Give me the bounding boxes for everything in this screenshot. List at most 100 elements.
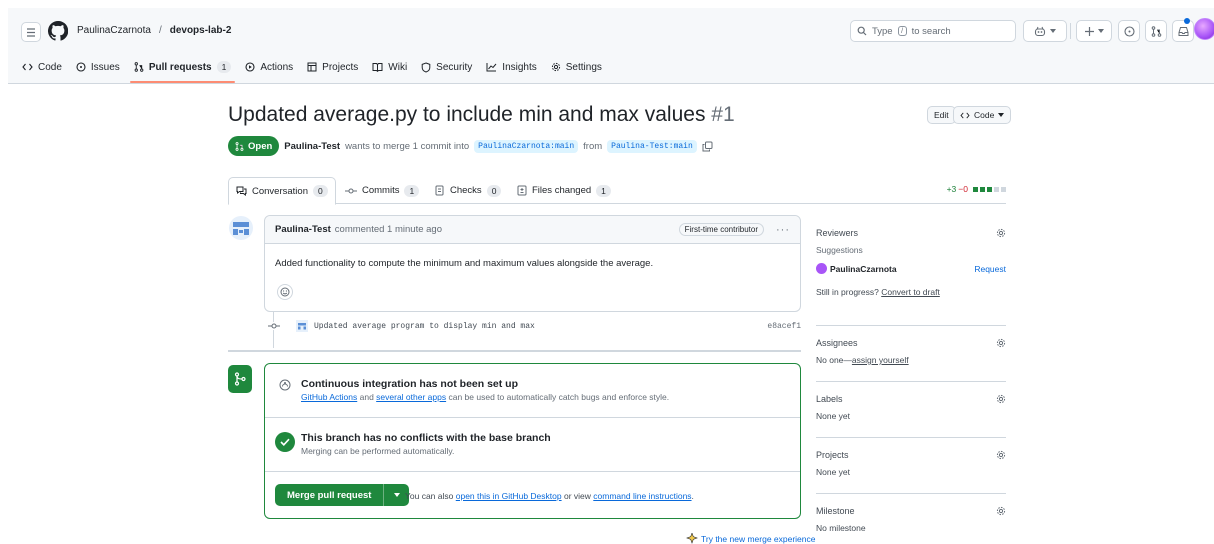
labels-section: Labels None yet bbox=[816, 394, 1006, 421]
commit-sha[interactable]: e8acef1 bbox=[767, 322, 801, 331]
convert-to-draft-link[interactable]: Convert to draft bbox=[881, 287, 940, 297]
tab-label: Projects bbox=[322, 61, 359, 73]
tab-label: Commits bbox=[362, 185, 400, 196]
tab-issues[interactable]: Issues bbox=[76, 53, 120, 81]
tab-label: Security bbox=[436, 61, 473, 73]
plus-icon bbox=[1084, 26, 1094, 36]
tab-conversation[interactable]: Conversation 0 bbox=[228, 177, 336, 205]
user-avatar[interactable] bbox=[1194, 18, 1214, 40]
merge-pull-request-button[interactable]: Merge pull request bbox=[275, 484, 383, 506]
comment-body: Added functionality to compute the minim… bbox=[275, 258, 654, 269]
tab-label: Wiki bbox=[388, 61, 408, 73]
gear-icon[interactable] bbox=[996, 506, 1006, 516]
github-actions-link[interactable]: GitHub Actions bbox=[301, 392, 357, 402]
inbox-button[interactable] bbox=[1172, 20, 1194, 42]
pull-requests-button[interactable] bbox=[1145, 20, 1167, 42]
tab-count: 1 bbox=[216, 61, 232, 73]
conflicts-section: This branch has no conflicts with the ba… bbox=[265, 418, 800, 472]
sidebar-divider bbox=[816, 493, 1006, 494]
comment-author-avatar[interactable] bbox=[229, 216, 253, 240]
ci-and: and bbox=[359, 392, 374, 402]
tab-count: 0 bbox=[486, 184, 502, 197]
suggestions-label: Suggestions bbox=[816, 245, 863, 255]
gear-icon[interactable] bbox=[996, 228, 1006, 238]
sparkle-icon bbox=[686, 533, 698, 544]
other-apps-link[interactable]: several other apps bbox=[376, 392, 446, 402]
try-new-merge-link[interactable]: Try the new merge experience bbox=[686, 533, 816, 544]
git-pull-request-icon bbox=[1151, 25, 1161, 37]
progress-text: Still in progress? bbox=[816, 287, 879, 297]
commit-author-avatar[interactable] bbox=[296, 320, 308, 332]
add-reaction-button[interactable] bbox=[277, 284, 293, 300]
sidebar-divider bbox=[816, 325, 1006, 326]
head-branch[interactable]: Paulina-Test:main bbox=[607, 139, 697, 153]
edit-button[interactable]: Edit bbox=[927, 106, 956, 124]
global-header: PaulinaCzarnota / devops-lab-2 Type / to… bbox=[8, 8, 1214, 84]
pr-meta-text: wants to merge 1 commit into bbox=[345, 140, 470, 152]
menu-button[interactable] bbox=[21, 22, 41, 42]
tab-files-changed[interactable]: Files changed 1 bbox=[517, 177, 611, 204]
comment-action: commented 1 minute ago bbox=[334, 224, 442, 235]
github-desktop-link[interactable]: open this in GitHub Desktop bbox=[456, 491, 562, 501]
base-branch[interactable]: PaulinaCzarnota:main bbox=[474, 139, 579, 153]
pr-author[interactable]: Paulina-Test bbox=[284, 141, 340, 152]
code-dropdown-button[interactable]: Code bbox=[953, 106, 1012, 124]
tab-label: Code bbox=[38, 61, 62, 73]
tab-pull-requests[interactable]: Pull requests 1 bbox=[129, 53, 235, 83]
command-line-link[interactable]: command line instructions bbox=[593, 491, 691, 501]
comment-discussion-icon bbox=[236, 186, 247, 196]
book-icon bbox=[372, 63, 383, 72]
issue-opened-icon bbox=[76, 62, 86, 72]
github-logo-icon[interactable] bbox=[48, 21, 68, 41]
comment-author[interactable]: Paulina-Test bbox=[275, 224, 331, 235]
tab-label: Checks bbox=[450, 185, 482, 196]
tab-code[interactable]: Code bbox=[22, 53, 62, 81]
tab-checks[interactable]: Checks 0 bbox=[435, 177, 502, 204]
copilot-button[interactable] bbox=[1023, 20, 1067, 42]
conflict-subtitle: Merging can be performed automatically. bbox=[301, 446, 455, 456]
tab-label: Pull requests bbox=[148, 61, 212, 73]
pr-description-comment: Paulina-Test commented 1 minute ago Firs… bbox=[264, 215, 801, 312]
reviewers-section: Reviewers Suggestions PaulinaCzarnota Re… bbox=[816, 228, 1006, 297]
tab-insights[interactable]: Insights bbox=[486, 53, 537, 81]
play-icon bbox=[245, 62, 255, 72]
tab-commits[interactable]: Commits 1 bbox=[345, 177, 420, 204]
chevron-down-icon bbox=[393, 493, 400, 497]
tab-settings[interactable]: Settings bbox=[551, 53, 602, 81]
commit-item: Updated average program to display min a… bbox=[268, 320, 801, 332]
tab-wiki[interactable]: Wiki bbox=[372, 53, 407, 81]
owner-link[interactable]: PaulinaCzarnota bbox=[77, 25, 151, 36]
gear-icon[interactable] bbox=[996, 394, 1006, 404]
repo-link[interactable]: devops-lab-2 bbox=[170, 25, 232, 36]
issues-button[interactable] bbox=[1118, 20, 1140, 42]
tab-actions[interactable]: Actions bbox=[245, 53, 293, 81]
milestone-value: No milestone bbox=[816, 523, 866, 533]
copy-icon[interactable] bbox=[702, 141, 713, 152]
search-suffix: to search bbox=[911, 25, 951, 37]
kebab-horizontal-icon[interactable]: ··· bbox=[776, 224, 790, 236]
tab-projects[interactable]: Projects bbox=[307, 53, 358, 81]
gear-icon[interactable] bbox=[996, 338, 1006, 348]
inbox-icon bbox=[1178, 26, 1188, 36]
gear-icon[interactable] bbox=[996, 450, 1006, 460]
tab-security[interactable]: Security bbox=[421, 53, 472, 81]
issue-opened-icon bbox=[1123, 25, 1135, 37]
request-review-button[interactable]: Request bbox=[974, 264, 1006, 274]
labels-label: Labels bbox=[816, 394, 843, 404]
tab-count: 0 bbox=[312, 185, 328, 197]
code-button-label: Code bbox=[974, 110, 995, 120]
commit-message[interactable]: Updated average program to display min a… bbox=[314, 322, 535, 331]
search-prefix: Type bbox=[872, 25, 893, 37]
search-input[interactable]: Type / to search bbox=[850, 20, 1016, 42]
ci-description: GitHub Actions and several other apps ca… bbox=[301, 392, 669, 402]
assign-yourself-link[interactable]: assign yourself bbox=[852, 355, 909, 365]
pr-title: Updated average.py to include min and ma… bbox=[228, 103, 735, 127]
merge-box: Continuous integration has not been set … bbox=[264, 363, 801, 519]
search-icon bbox=[857, 26, 867, 36]
assignees-text: No one— bbox=[816, 355, 852, 365]
create-new-button[interactable] bbox=[1076, 20, 1112, 42]
git-merge-icon bbox=[234, 372, 246, 386]
ci-section: Continuous integration has not been set … bbox=[265, 364, 800, 418]
suggested-user-avatar bbox=[816, 263, 827, 274]
assignees-value: No one—assign yourself bbox=[816, 355, 1006, 365]
